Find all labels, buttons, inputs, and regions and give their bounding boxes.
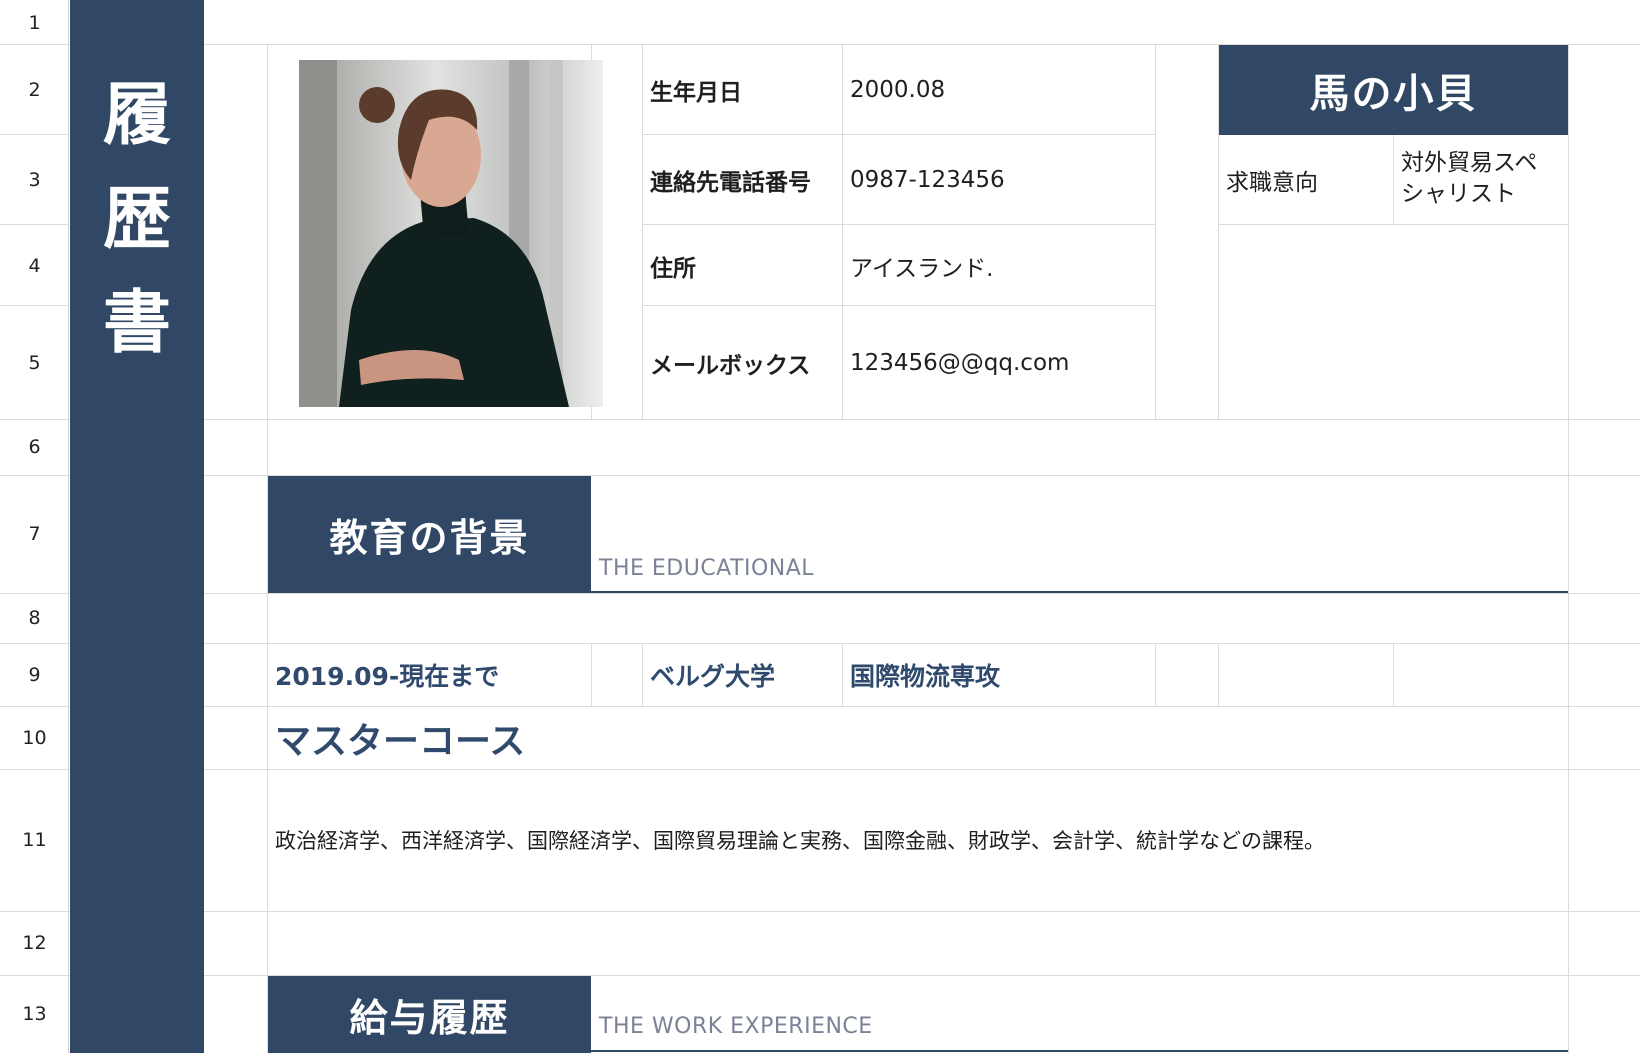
row-number[interactable]: 5 [0,306,69,419]
job-intention-label: 求職意向 [1226,170,1318,196]
education-subtitle: THE EDUCATIONAL [599,556,815,581]
grid-line [0,706,1640,707]
row-number[interactable]: 8 [0,593,69,643]
phone-label: 連絡先電話番号 [650,170,811,196]
row-number[interactable]: 10 [0,706,69,769]
work-title: 給与履歴 [349,996,510,1040]
grid-line [0,134,69,135]
row-number[interactable]: 13 [0,975,69,1053]
candidate-name: 馬の小貝 [1309,71,1478,117]
grid-line [0,475,1640,476]
profile-photo-illustration [299,60,603,407]
email-value[interactable]: 123456@@qq.com [850,306,1069,419]
row-number[interactable]: 12 [0,911,69,975]
row-number[interactable]: 4 [0,225,69,306]
work-subtitle: THE WORK EXPERIENCE [599,1014,873,1039]
birthdate-label: 生年月日 [650,80,742,106]
grid-line [591,643,592,706]
address-label: 住所 [650,255,696,282]
profile-photo [299,60,603,407]
grid-line [842,643,843,706]
grid-line [0,419,1640,420]
grid-line [1155,45,1156,420]
grid-line [0,911,1640,912]
grid-line [642,45,643,420]
work-underline [591,1050,1568,1052]
resume-title-char: 歴 [102,180,171,259]
grid-line [0,643,1640,644]
address-value[interactable]: アイスランド. [850,225,993,306]
name-header: 馬の小貝 [1219,45,1568,135]
resume-title-char: 履 [102,76,171,155]
grid-line [1568,45,1569,1053]
row-number[interactable]: 7 [0,475,69,593]
row-number[interactable]: 1 [0,0,69,45]
education-header: 教育の背景 [268,476,591,593]
grid-line [842,45,843,420]
grid-line [0,975,1640,976]
grid-line [1218,643,1219,706]
education-degree[interactable]: マスターコース [275,706,525,769]
grid-line [0,224,69,225]
education-title: 教育の背景 [329,516,530,560]
resume-title-char: 書 [102,284,171,363]
phone-value[interactable]: 0987-123456 [850,135,1005,225]
birthdate-value[interactable]: 2000.08 [850,45,945,135]
education-major[interactable]: 国際物流専攻 [850,643,1000,706]
row-number[interactable]: 3 [0,135,69,225]
education-school[interactable]: ベルグ大学 [650,643,775,706]
grid-line [0,593,1640,594]
job-intention-line: 対外貿易スペ [1401,150,1538,176]
education-underline [591,591,1568,593]
education-period[interactable]: 2019.09-現在まで [275,643,499,706]
work-header: 給与履歴 [268,976,591,1053]
grid-line [1393,643,1394,706]
job-intention-line: シャリスト [1401,181,1516,207]
row-number[interactable]: 9 [0,643,69,706]
education-courses[interactable]: 政治経済学、西洋経済学、国際経済学、国際貿易理論と実務、国際金融、財政学、会計学… [275,769,1325,911]
email-label: メールボックス [650,352,811,379]
job-intention-value[interactable]: 対外貿易スペ シャリスト [1401,148,1566,210]
grid-line [1393,135,1394,225]
grid-line [1155,643,1156,706]
row-number[interactable]: 2 [0,45,69,135]
resume-title: 履 歴 書 [70,64,204,376]
row-number[interactable]: 6 [0,419,69,475]
grid-line [642,643,643,706]
grid-line [0,305,69,306]
row-number[interactable]: 11 [0,769,69,911]
